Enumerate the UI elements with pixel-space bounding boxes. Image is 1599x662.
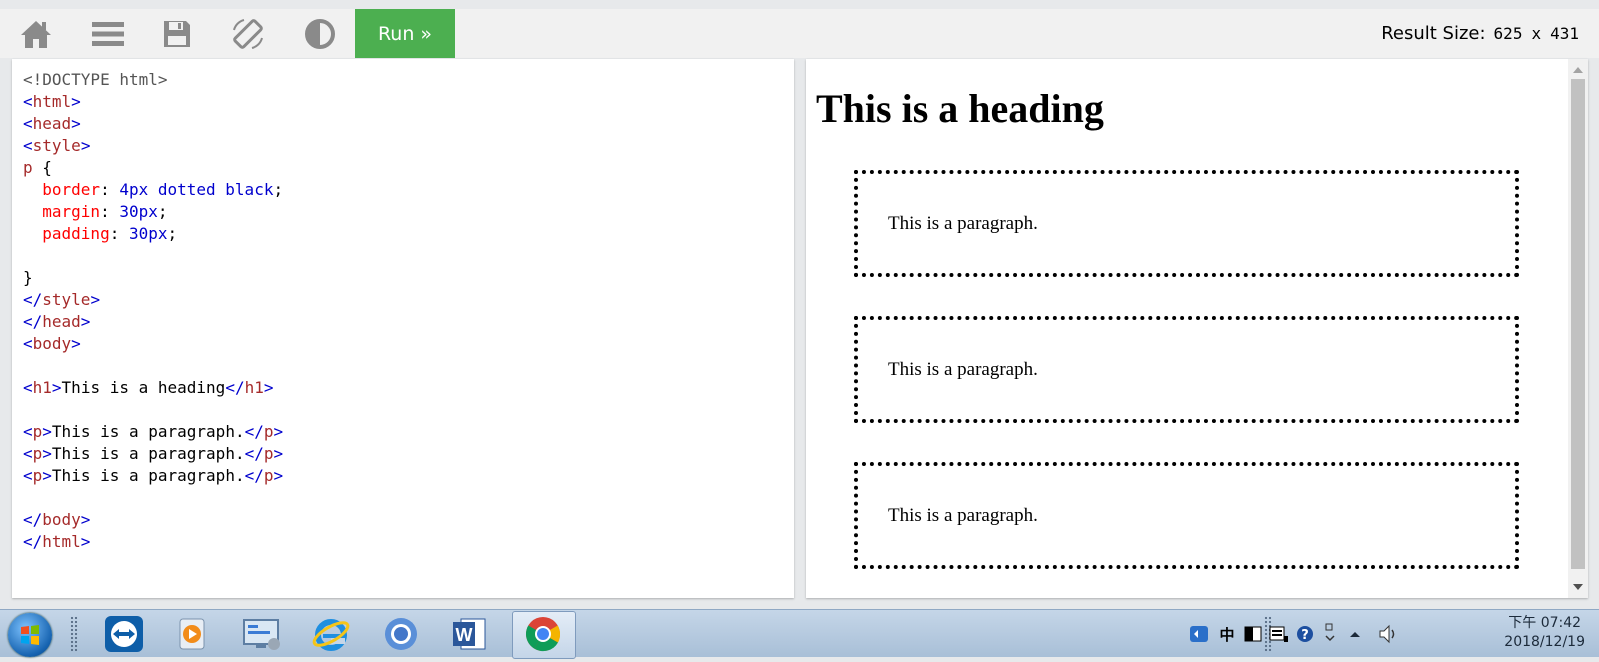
preview-heading: This is a heading bbox=[816, 86, 1104, 131]
code-text-content: This is a paragraph. bbox=[51, 422, 245, 441]
preview-paragraph: This is a paragraph. bbox=[854, 462, 1519, 569]
chinese-input-icon[interactable]: 中 bbox=[1217, 624, 1237, 644]
start-button[interactable] bbox=[8, 613, 52, 657]
scroll-thumb[interactable] bbox=[1571, 79, 1585, 569]
help-icon[interactable]: ? bbox=[1295, 624, 1315, 644]
css-value: 30px bbox=[128, 224, 168, 243]
input-method-icon[interactable] bbox=[1189, 624, 1209, 644]
code-text-content: This is a heading bbox=[61, 378, 226, 397]
code-tag: p bbox=[32, 444, 43, 463]
code-tag: p bbox=[32, 466, 43, 485]
half-width-icon[interactable] bbox=[1243, 624, 1263, 644]
code-tag: h1 bbox=[32, 378, 52, 397]
code-text-content: This is a paragraph. bbox=[51, 466, 245, 485]
code-tag: h1 bbox=[244, 378, 264, 397]
result-height: 431 bbox=[1550, 24, 1579, 43]
scroll-up-arrow-icon[interactable] bbox=[1573, 67, 1583, 73]
css-value: 4px dotted black bbox=[119, 180, 274, 199]
result-x: x bbox=[1531, 24, 1542, 43]
code-tag: head bbox=[32, 114, 72, 133]
paragraph-text: This is a paragraph. bbox=[888, 213, 1038, 234]
chrome-icon[interactable] bbox=[521, 614, 565, 654]
run-button[interactable]: Run » bbox=[355, 9, 455, 58]
svg-text:W: W bbox=[456, 625, 473, 645]
internet-explorer-icon[interactable] bbox=[309, 614, 353, 654]
teamviewer-icon[interactable] bbox=[102, 614, 146, 654]
word-icon[interactable]: W bbox=[448, 614, 492, 654]
code-editor[interactable]: <!DOCTYPE html> <html> <head> <style> p … bbox=[12, 59, 794, 598]
svg-text:?: ? bbox=[1301, 628, 1309, 643]
keyboard-icon[interactable] bbox=[1269, 624, 1289, 644]
show-hidden-icons-chevron-icon[interactable] bbox=[1347, 626, 1363, 642]
editor-toolbar: Run » Result Size: 625 x 431 bbox=[0, 9, 1599, 58]
code-tag: style bbox=[42, 290, 91, 309]
result-content: This is a heading This is a paragraph. T… bbox=[806, 59, 1568, 598]
css-property: padding bbox=[42, 224, 110, 243]
code-text-content: This is a paragraph. bbox=[51, 444, 245, 463]
remote-desktop-icon[interactable] bbox=[240, 614, 284, 654]
result-width: 625 bbox=[1493, 24, 1523, 43]
css-value: 30px bbox=[119, 202, 158, 221]
options-icon[interactable] bbox=[1323, 622, 1337, 646]
paragraph-text: This is a paragraph. bbox=[888, 505, 1038, 526]
css-selector: p bbox=[23, 158, 33, 177]
windows-logo-icon bbox=[21, 625, 39, 645]
code-tag: html bbox=[42, 532, 81, 551]
home-icon[interactable] bbox=[4, 9, 68, 58]
volume-icon[interactable] bbox=[1377, 623, 1399, 645]
css-property: margin bbox=[42, 202, 101, 221]
media-player-icon[interactable] bbox=[170, 614, 214, 654]
result-size-label: Result Size: bbox=[1381, 23, 1486, 44]
code-tag: html bbox=[32, 92, 72, 111]
system-tray: 中 ? bbox=[1189, 610, 1399, 657]
contrast-icon[interactable] bbox=[288, 9, 352, 58]
scroll-down-arrow-icon[interactable] bbox=[1573, 584, 1583, 590]
chromium-icon[interactable] bbox=[379, 614, 423, 654]
vertical-scrollbar[interactable] bbox=[1568, 59, 1588, 598]
css-brace: { bbox=[42, 158, 52, 177]
menu-icon[interactable] bbox=[76, 9, 140, 58]
result-preview: This is a heading This is a paragraph. T… bbox=[806, 59, 1588, 598]
css-brace: } bbox=[23, 268, 33, 287]
rotate-screen-icon[interactable] bbox=[216, 9, 280, 58]
code-tag: style bbox=[32, 136, 81, 155]
save-icon[interactable] bbox=[145, 9, 209, 58]
system-clock[interactable]: 下午 07:42 2018/12/19 bbox=[1504, 614, 1585, 652]
code-tag: body bbox=[32, 334, 72, 353]
css-property: border bbox=[42, 180, 101, 199]
taskbar-grip[interactable] bbox=[70, 616, 78, 652]
code-text[interactable]: <!DOCTYPE html> <html> <head> <style> p … bbox=[23, 69, 283, 553]
svg-text:中: 中 bbox=[1219, 626, 1234, 644]
paragraph-text: This is a paragraph. bbox=[888, 359, 1038, 380]
result-size: Result Size: 625 x 431 bbox=[1381, 9, 1579, 58]
doctype-line: <!DOCTYPE html> bbox=[23, 70, 168, 89]
code-tag: body bbox=[42, 510, 81, 529]
code-tag: head bbox=[42, 312, 81, 331]
taskbar: W 中 ? 下午 07:42 2018/12/19 bbox=[0, 609, 1599, 659]
preview-paragraph: This is a paragraph. bbox=[854, 316, 1519, 423]
clock-date: 2018/12/19 bbox=[1504, 634, 1585, 650]
preview-paragraph: This is a paragraph. bbox=[854, 170, 1519, 277]
clock-time: 下午 07:42 bbox=[1508, 615, 1582, 631]
code-tag: p bbox=[32, 422, 43, 441]
